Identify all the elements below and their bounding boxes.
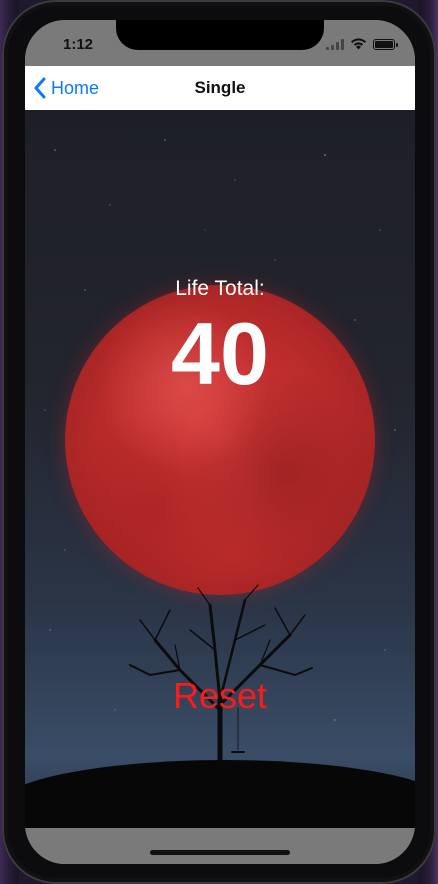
phone-frame: 1:12 Home Single Life Total: 40 Reset — [2, 0, 436, 884]
navigation-bar: Home Single — [25, 66, 415, 110]
cellular-signal-icon — [326, 38, 344, 50]
hill — [25, 760, 415, 828]
home-indicator[interactable] — [150, 850, 290, 855]
battery-icon — [373, 38, 398, 50]
wifi-icon — [351, 38, 366, 50]
status-time: 1:12 — [63, 36, 94, 53]
screen: 1:12 Home Single Life Total: 40 Reset — [25, 20, 415, 864]
life-total-label: Life Total: — [175, 277, 265, 300]
reset-button[interactable]: Reset — [25, 675, 415, 717]
notch — [116, 20, 324, 50]
life-total-value[interactable]: 40 — [25, 310, 415, 398]
status-bar: 1:12 — [25, 20, 415, 66]
bottom-safe-area — [25, 828, 415, 864]
page-title: Single — [194, 78, 246, 97]
status-icons — [326, 38, 398, 50]
background-image — [25, 110, 415, 828]
